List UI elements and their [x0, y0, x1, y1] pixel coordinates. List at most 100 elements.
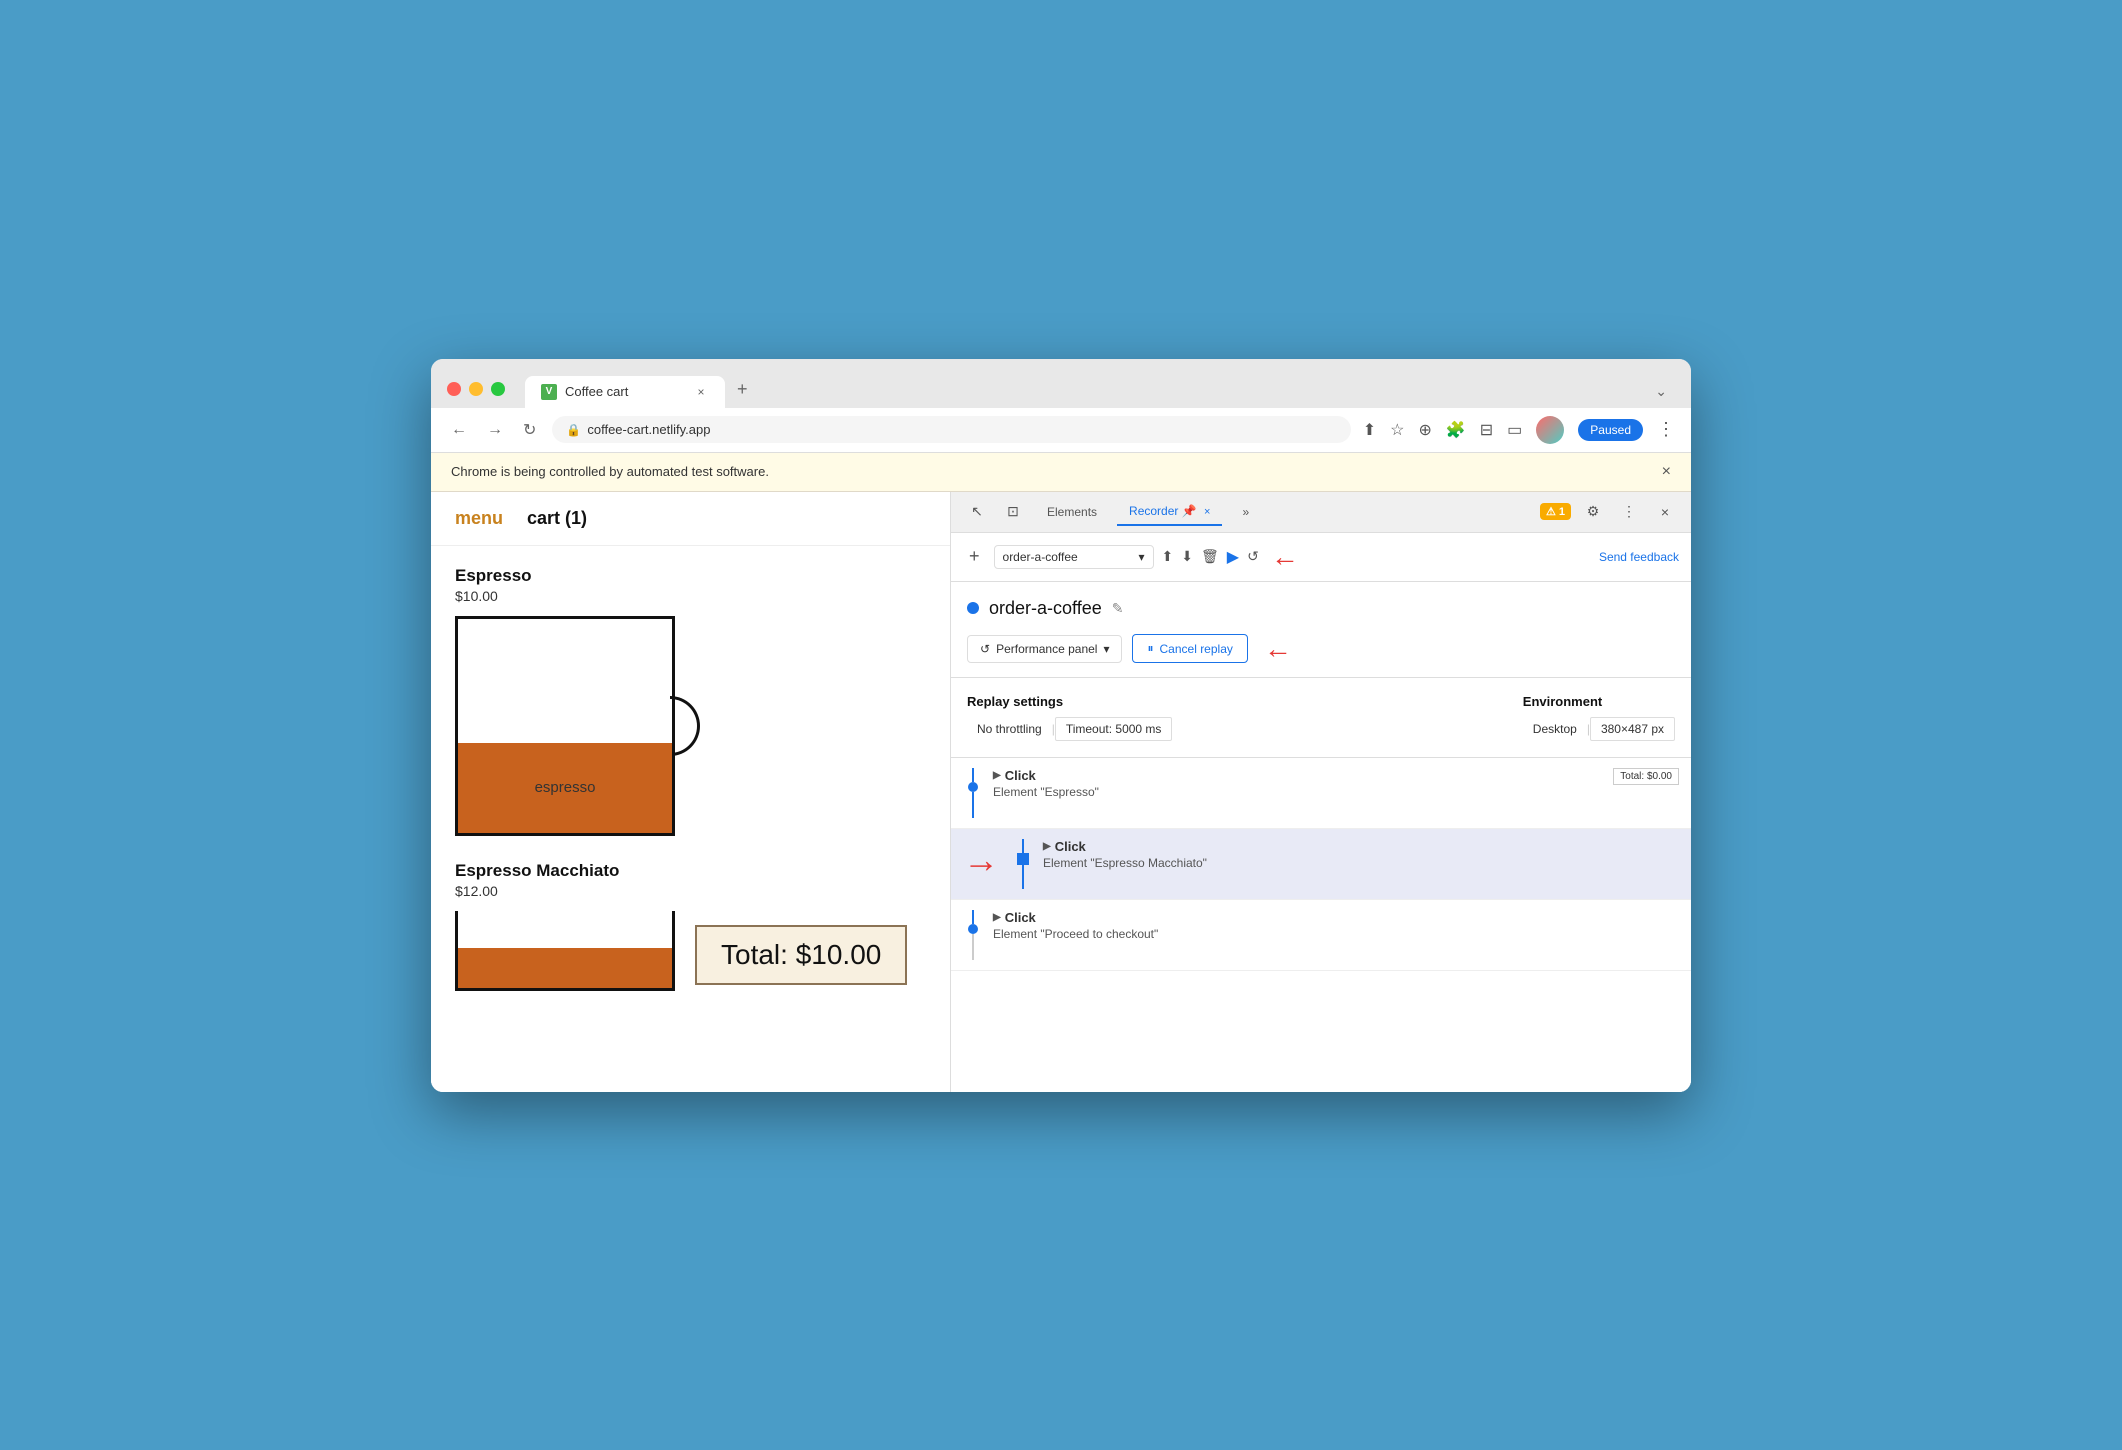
replay-recording-icon[interactable]: ▶	[1227, 547, 1239, 567]
no-throttling-value: No throttling	[967, 718, 1052, 740]
tab-recorder[interactable]: Recorder 📌 ×	[1117, 498, 1222, 526]
product-name-espresso: Espresso	[455, 566, 926, 586]
back-button[interactable]: ←	[447, 417, 471, 443]
preview-box-1: Total: $0.00	[1613, 768, 1679, 785]
url-text: coffee-cart.netlify.app	[587, 422, 710, 437]
performance-panel-button[interactable]: ↺ Performance panel ▾	[967, 635, 1122, 663]
step-1-expand[interactable]: ▶	[993, 770, 1001, 781]
product-list: Espresso $10.00 espresso Espresso Macchi…	[431, 546, 950, 1031]
close-button[interactable]	[447, 382, 461, 396]
step-item-1[interactable]: ▶ Click Element "Espresso" Total: $0.00	[951, 758, 1691, 829]
devtools-cursor-icon[interactable]: ↖	[963, 498, 991, 526]
webapp-panel: menu cart (1) Espresso $10.00 espresso	[431, 492, 951, 1092]
add-recording-button[interactable]: +	[963, 544, 986, 569]
import-recording-icon[interactable]: ⬇	[1181, 548, 1193, 565]
devtools-extension-icon[interactable]: 🧩	[1446, 420, 1466, 440]
forward-button[interactable]: →	[483, 417, 507, 443]
notification-badge: ⚠ 1	[1540, 503, 1571, 520]
profile-avatar[interactable]	[1536, 416, 1564, 444]
send-feedback-link[interactable]: Send feedback	[1599, 550, 1679, 564]
environment-values: Desktop | 380×487 px	[1523, 717, 1675, 741]
cancel-replay-pause-icon: ⏸	[1147, 641, 1153, 656]
tabs-area: V Coffee cart × + ⌄	[525, 371, 1675, 408]
replay-settings-left: Replay settings No throttling | Timeout:…	[967, 694, 1172, 741]
tab-more[interactable]: »	[1230, 499, 1261, 525]
export-recording-icon[interactable]: ⬆	[1162, 548, 1174, 565]
performance-panel-label: Performance panel	[996, 642, 1097, 656]
tab-close-button[interactable]: ×	[693, 384, 709, 400]
recording-dropdown[interactable]: order-a-coffee ▾	[994, 545, 1154, 569]
bookmark-icon[interactable]: ☆	[1390, 420, 1404, 440]
minimize-button[interactable]	[469, 382, 483, 396]
performance-dropdown-arrow: ▾	[1103, 642, 1109, 656]
browser-window: V Coffee cart × + ⌄ ← → ↻ 🔒 coffee-cart.…	[431, 359, 1691, 1092]
cast-icon[interactable]: ⊟	[1480, 420, 1493, 440]
product-item-espresso: Espresso $10.00 espresso	[455, 566, 926, 841]
paused-badge[interactable]: Paused	[1578, 419, 1643, 441]
traffic-lights	[447, 382, 505, 396]
recording-title: order-a-coffee	[989, 598, 1102, 619]
sidebar-icon[interactable]: ▭	[1507, 420, 1522, 440]
step-3-content: ▶ Click Element "Proceed to checkout"	[993, 910, 1679, 941]
step-2-expand[interactable]: ▶	[1043, 841, 1051, 852]
steps-list: ▶ Click Element "Espresso" Total: $0.00	[951, 758, 1691, 1092]
replay-slow-icon[interactable]: ↺	[1247, 548, 1259, 565]
step-3-expand[interactable]: ▶	[993, 912, 1001, 923]
dimensions-value: 380×487 px	[1590, 717, 1675, 741]
devtools-responsive-icon[interactable]: ⊡	[999, 498, 1027, 526]
cart-nav-item[interactable]: cart (1)	[527, 508, 587, 529]
devtools-settings-icon[interactable]: ⚙	[1579, 498, 1607, 526]
menu-nav-item[interactable]: menu	[455, 508, 503, 529]
product-price-macchiato: $12.00	[455, 883, 926, 899]
reload-button[interactable]: ↻	[519, 416, 540, 444]
replay-settings-title: Replay settings	[967, 694, 1172, 709]
cup-liquid: espresso	[458, 743, 672, 833]
step-1-action: ▶ Click	[993, 768, 1613, 783]
maximize-button[interactable]	[491, 382, 505, 396]
url-bar[interactable]: 🔒 coffee-cart.netlify.app	[552, 416, 1350, 443]
automated-notice-text: Chrome is being controlled by automated …	[451, 464, 769, 479]
step-item-3[interactable]: ▶ Click Element "Proceed to checkout"	[951, 900, 1691, 971]
browser-more-button[interactable]: ⋮	[1657, 419, 1675, 440]
total-text: Total: $10.00	[721, 939, 881, 970]
replay-settings-right: Environment Desktop | 380×487 px	[1523, 694, 1675, 741]
share-icon[interactable]: ⬆	[1363, 420, 1376, 440]
replay-settings: Replay settings No throttling | Timeout:…	[951, 678, 1691, 758]
step-1-content: ▶ Click Element "Espresso"	[993, 768, 1613, 799]
timeout-value: Timeout: 5000 ms	[1055, 717, 1173, 741]
environment-title: Environment	[1523, 694, 1675, 709]
recording-title-row: order-a-coffee ✎	[967, 598, 1675, 619]
replay-settings-values: No throttling | Timeout: 5000 ms	[967, 717, 1172, 741]
step-3-detail: Element "Proceed to checkout"	[993, 927, 1679, 941]
extensions-icon[interactable]: ⊕	[1418, 420, 1431, 440]
tab-menu-button[interactable]: ⌄	[1647, 375, 1675, 408]
product-name-macchiato: Espresso Macchiato	[455, 861, 926, 881]
recording-status-dot	[967, 602, 979, 614]
devtools-more-icon[interactable]: ⋮	[1615, 498, 1643, 526]
title-bar: V Coffee cart × + ⌄	[431, 359, 1691, 408]
red-arrow-cancel: ←	[1264, 633, 1292, 665]
cup-handle	[670, 696, 700, 756]
automated-notice-close[interactable]: ×	[1662, 463, 1671, 481]
desktop-value: Desktop	[1523, 718, 1587, 740]
tab-elements[interactable]: Elements	[1035, 499, 1109, 525]
recording-dropdown-value: order-a-coffee	[1003, 550, 1078, 564]
lock-icon: 🔒	[566, 423, 581, 437]
devtools-header: ↖ ⊡ Elements Recorder 📌 × » ⚠ 1 ⚙ ⋮ ×	[951, 492, 1691, 533]
devtools-close-icon[interactable]: ×	[1651, 498, 1679, 526]
cancel-replay-button[interactable]: ⏸ Cancel replay	[1132, 634, 1247, 663]
new-tab-button[interactable]: +	[725, 371, 760, 408]
active-tab[interactable]: V Coffee cart ×	[525, 376, 725, 408]
step-2-action: ▶ Click	[1043, 839, 1679, 854]
total-overlay: Total: $10.00	[695, 925, 907, 985]
cancel-replay-label: Cancel replay	[1160, 642, 1233, 656]
tab-title: Coffee cart	[565, 384, 628, 399]
edit-recording-icon[interactable]: ✎	[1112, 600, 1124, 617]
address-bar: ← → ↻ 🔒 coffee-cart.netlify.app ⬆ ☆ ⊕ 🧩 …	[431, 408, 1691, 453]
delete-recording-icon[interactable]: 🗑	[1201, 548, 1219, 565]
replay-controls: ↺ Performance panel ▾ ⏸ Cancel replay ←	[967, 633, 1675, 665]
step-item-2[interactable]: → ▶ Click	[951, 829, 1691, 900]
performance-panel-icon: ↺	[980, 642, 990, 656]
coffee-cup-espresso[interactable]: espresso	[455, 616, 675, 836]
product-item-macchiato: Espresso Macchiato $12.00 Total: $10.00	[455, 861, 926, 991]
